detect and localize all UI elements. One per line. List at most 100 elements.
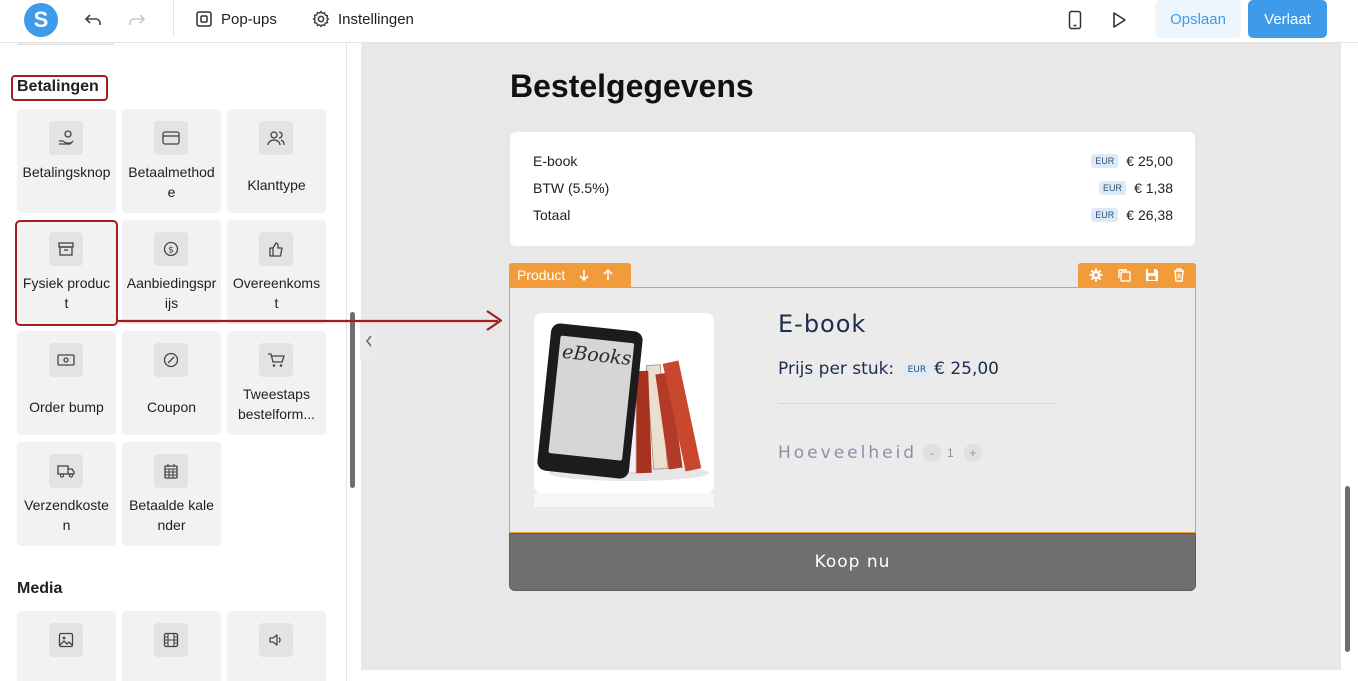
currency-badge: EUR <box>903 363 931 377</box>
media-section-title: Media <box>17 580 63 597</box>
redo-icon[interactable] <box>126 9 148 31</box>
product-image-caption-area <box>534 493 714 507</box>
tile-customer-type[interactable]: Klanttype <box>227 109 326 213</box>
save-icon[interactable] <box>1145 268 1159 282</box>
summary-row: E-book EUR € 25,00 <box>533 153 1173 173</box>
chevron-left-icon <box>366 335 372 347</box>
previous-tile-edge <box>17 43 114 45</box>
tile-paid-calendar[interactable]: Betaalde kalender <box>122 442 221 546</box>
popups-button[interactable]: Pop-ups <box>195 8 277 30</box>
elements-sidebar: Betalingen Betalingsknop Betaalmethode K… <box>0 43 347 681</box>
quantity-label: Hoeveelheid <box>778 443 918 463</box>
canvas-bottom-edge <box>361 670 1341 681</box>
price-value: € 25,00 <box>934 359 999 379</box>
tile-shipping-costs[interactable]: Verzendkosten <box>17 442 116 546</box>
cart-icon <box>259 343 293 377</box>
gear-icon <box>312 10 330 28</box>
summary-amount: EUR € 25,00 <box>1091 153 1173 169</box>
users-icon <box>259 121 293 155</box>
product-divider <box>778 403 1056 404</box>
buy-now-button[interactable]: Koop nu <box>509 533 1196 591</box>
calendar-icon <box>154 454 188 488</box>
settings-button[interactable]: Instellingen <box>312 8 414 30</box>
leave-button[interactable]: Verlaat <box>1248 0 1327 38</box>
tile-label: Order bump <box>29 399 104 415</box>
summary-label: E-book <box>533 153 578 169</box>
summary-value: € 25,00 <box>1126 153 1173 169</box>
quantity-increase-button[interactable]: + <box>964 444 982 462</box>
undo-icon[interactable] <box>82 9 104 31</box>
collapse-sidebar-button[interactable] <box>360 322 378 360</box>
mobile-preview-icon[interactable] <box>1064 9 1086 31</box>
tile-label: Betalingsknop <box>22 164 111 180</box>
price-label: Prijs per stuk: <box>778 359 895 379</box>
tile-label: Tweestaps bestelform... <box>237 386 316 422</box>
app-logo[interactable]: S <box>24 3 58 37</box>
tile-two-step-form[interactable]: Tweestaps bestelform... <box>227 331 326 435</box>
play-preview-icon[interactable] <box>1108 9 1130 31</box>
sidebar-scrollbar[interactable] <box>350 312 355 488</box>
banknote-icon <box>49 343 83 377</box>
tile-label: Coupon <box>146 399 197 415</box>
save-button[interactable]: Opslaan <box>1155 0 1241 38</box>
ebook-illustration: eBooks <box>534 313 714 493</box>
logo-letter: S <box>33 7 49 32</box>
dollar-circle-icon: $ <box>154 232 188 266</box>
summary-amount: EUR € 26,38 <box>1091 207 1173 223</box>
summary-amount: EUR € 1,38 <box>1099 180 1173 196</box>
product-block-tools <box>1078 263 1196 287</box>
summary-label: Totaal <box>533 207 571 223</box>
tile-payment-method[interactable]: Betaalmethode <box>122 109 221 213</box>
truck-icon <box>49 454 83 488</box>
tile-order-bump[interactable]: Order bump <box>17 331 116 435</box>
settings-label: Instellingen <box>338 10 414 28</box>
summary-value: € 1,38 <box>1134 180 1173 196</box>
svg-text:$: $ <box>168 246 174 256</box>
tile-label: Klanttype <box>247 177 306 193</box>
tile-media-audio[interactable] <box>227 611 326 681</box>
arrow-up-icon[interactable] <box>603 269 613 281</box>
tile-label: Aanbiedingsprijs <box>126 275 217 311</box>
arrow-down-icon[interactable] <box>579 269 589 281</box>
popup-icon <box>196 11 212 27</box>
coupon-icon <box>154 343 188 377</box>
hand-coin-icon <box>49 121 83 155</box>
tile-label: Betaalde kalender <box>129 497 214 533</box>
film-icon <box>154 623 188 657</box>
quantity-decrease-button[interactable]: - <box>923 444 941 462</box>
copy-icon[interactable] <box>1117 268 1131 282</box>
thumbs-up-icon <box>259 232 293 266</box>
product-price: Prijs per stuk: EUR € 25,00 <box>778 359 999 379</box>
toolbar-divider <box>173 0 174 37</box>
product-tab-label: Product <box>517 267 566 283</box>
image-icon <box>49 623 83 657</box>
summary-label: BTW (5.5%) <box>533 180 610 196</box>
page-title: Bestelgegevens <box>510 68 754 104</box>
quantity-value[interactable]: 1 <box>947 446 954 460</box>
tile-payment-button[interactable]: Betalingsknop <box>17 109 116 213</box>
tile-media-video[interactable] <box>122 611 221 681</box>
tile-offer-price[interactable]: $ Aanbiedingsprijs <box>122 220 221 324</box>
annotation-highlight-title <box>11 75 108 101</box>
tile-label: Betaalmethode <box>128 164 215 200</box>
tile-label: Verzendkosten <box>24 497 109 533</box>
currency-badge: EUR <box>1091 154 1119 168</box>
trash-icon[interactable] <box>1173 268 1185 282</box>
annotation-highlight-tile <box>15 220 118 326</box>
popups-label: Pop-ups <box>221 10 277 28</box>
tile-label: Overeenkomst <box>232 275 321 311</box>
tile-agreement[interactable]: Overeenkomst <box>227 220 326 324</box>
gear-icon[interactable] <box>1089 268 1103 282</box>
canvas-scrollbar[interactable] <box>1345 486 1350 652</box>
credit-card-icon <box>154 121 188 155</box>
product-block-tab[interactable]: Product <box>509 263 631 287</box>
tile-coupon[interactable]: Coupon <box>122 331 221 435</box>
top-toolbar: S Pop-ups Instellingen Opslaan Verlaat <box>0 0 1358 43</box>
tile-media-image[interactable] <box>17 611 116 681</box>
summary-row: Totaal EUR € 26,38 <box>533 207 1173 227</box>
speaker-icon <box>259 623 293 657</box>
product-image: eBooks <box>534 313 714 493</box>
currency-badge: EUR <box>1099 181 1127 195</box>
product-name: E-book <box>778 310 867 338</box>
currency-badge: EUR <box>1091 208 1119 222</box>
